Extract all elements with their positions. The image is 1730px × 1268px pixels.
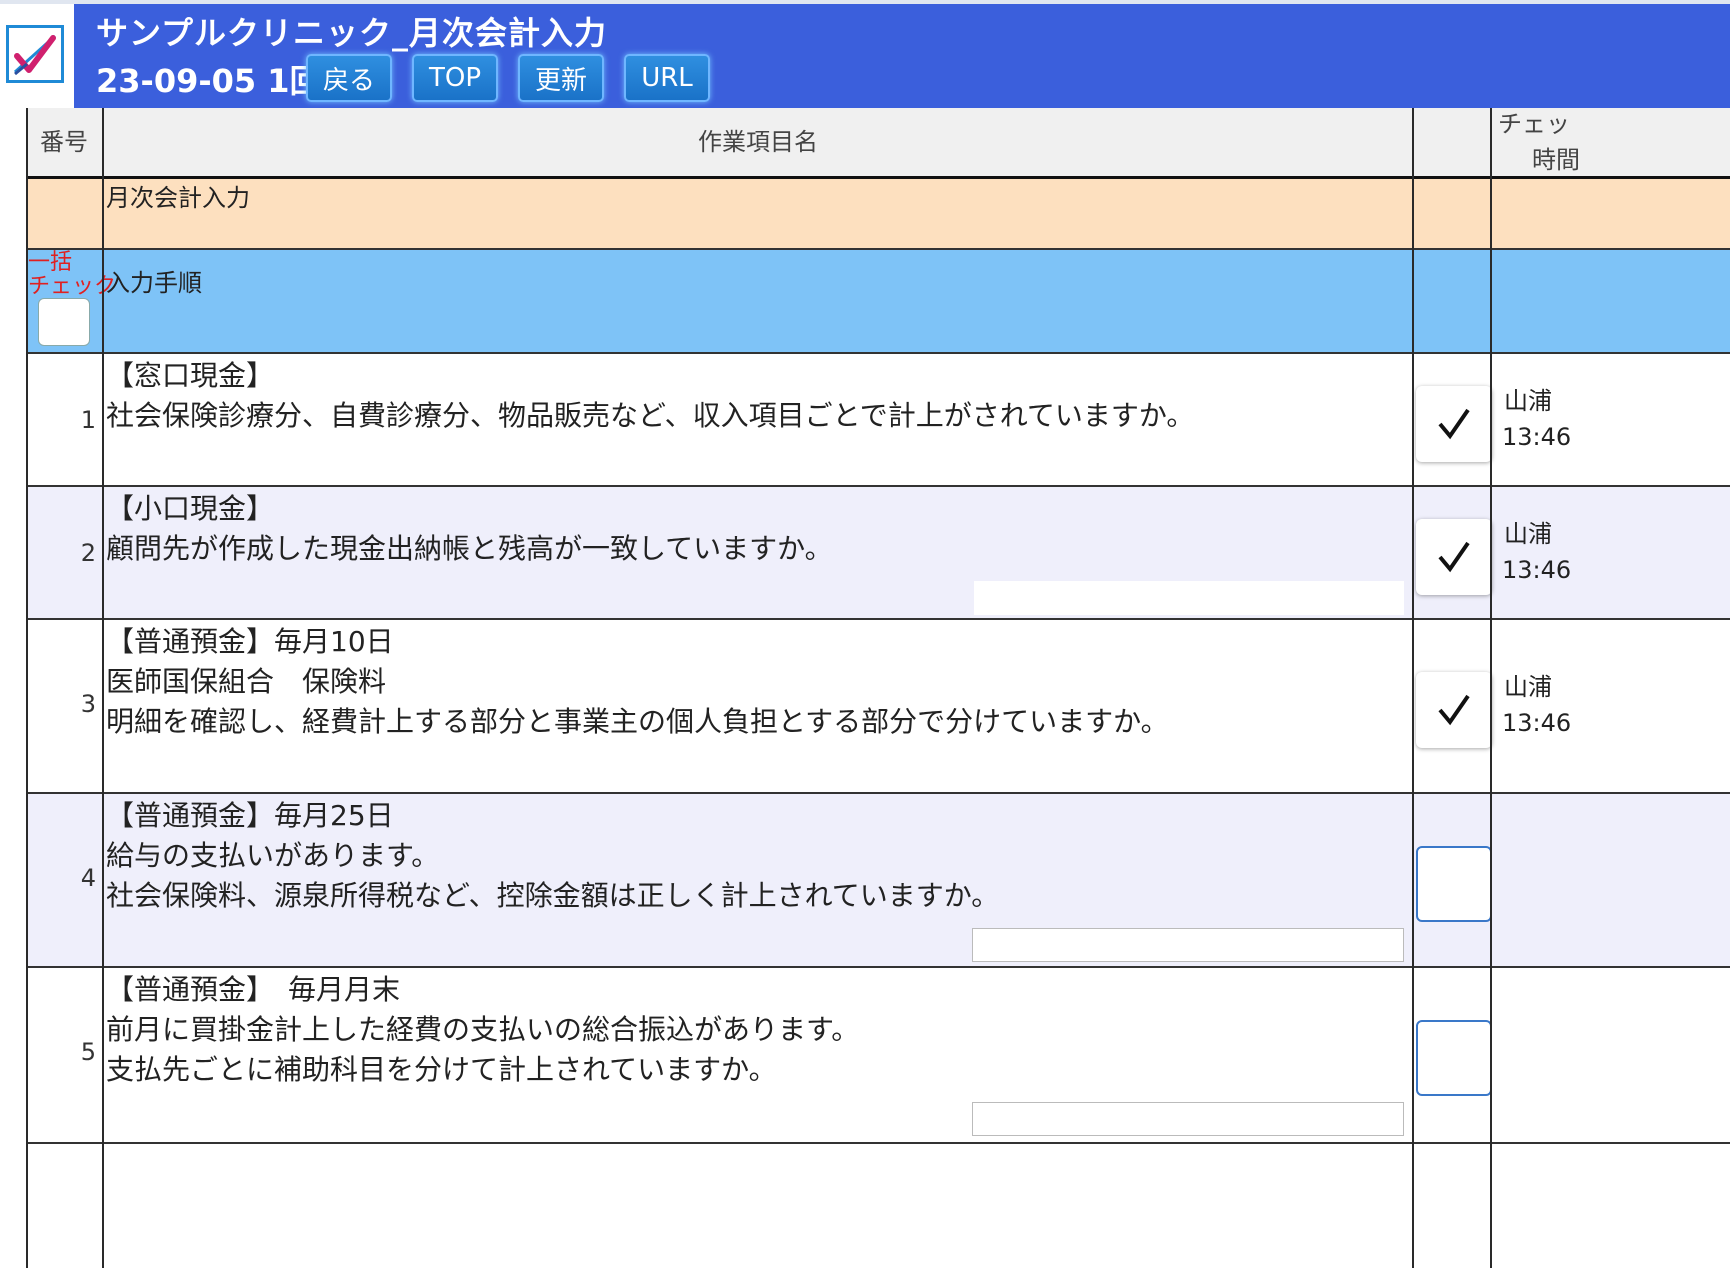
column-check-time: チェッ <box>1498 110 1570 138</box>
date-round-label: 23-09-05 1回 <box>96 62 322 100</box>
app-logo[interactable] <box>4 20 66 88</box>
checker-name: 山浦 <box>1504 387 1552 415</box>
memo-input[interactable] <box>974 581 1404 615</box>
table-row: 1 【窓口現金】 社会保険診療分、自費診療分、物品販売など、収入項目ごとで計上が… <box>26 354 1730 486</box>
checkmark-icon <box>1438 694 1470 726</box>
task-line: 顧問先が作成した現金出納帳と残高が一致していますか。 <box>106 532 833 565</box>
task-line: 明細を確認し、経費計上する部分と事業主の個人負担とする部分で分けていますか。 <box>106 705 1169 738</box>
row-divider <box>26 1142 1730 1144</box>
task-line: 前月に買掛金計上した経費の支払いの総合振込があります。 <box>106 1013 860 1046</box>
row-number: 1 <box>80 406 96 434</box>
back-button[interactable]: 戻る <box>306 54 392 102</box>
bulk-check-label: 一括 <box>28 250 73 275</box>
column-task: 作業項目名 <box>698 128 818 156</box>
section-row: 一括 チェック 入力手順 <box>26 250 1730 352</box>
url-button[interactable]: URL <box>624 54 710 102</box>
task-line: 社会保険診療分、自費診療分、物品販売など、収入項目ごとで計上がされていますか。 <box>106 399 1195 432</box>
bulk-check-checkbox[interactable] <box>38 298 90 346</box>
checkmark-icon <box>1438 541 1470 573</box>
task-line: 【普通預金】毎月10日 <box>106 625 394 658</box>
memo-input[interactable] <box>972 1102 1404 1136</box>
row-number: 4 <box>80 864 96 892</box>
check-time: 13:46 <box>1502 709 1572 737</box>
app-header: サンプルクリニック_月次会計入力 23-09-05 1回 戻る TOP 更新 U… <box>0 0 1730 108</box>
row-number: 2 <box>80 539 96 567</box>
checklist-logo-icon <box>6 25 64 83</box>
table-row: 3 【普通預金】毎月10日 医師国保組合 保険料 明細を確認し、経費計上する部分… <box>26 620 1730 792</box>
task-line: 支払先ごとに補助科目を分けて計上されていますか。 <box>106 1053 777 1086</box>
row-check-button[interactable] <box>1416 519 1492 595</box>
row-check-button[interactable] <box>1416 846 1492 922</box>
row-number: 3 <box>80 690 96 718</box>
column-number: 番号 <box>40 128 88 156</box>
row-check-button[interactable] <box>1416 1020 1492 1096</box>
section-label: 入力手順 <box>106 269 202 297</box>
task-line: 社会保険料、源泉所得税など、控除金額は正しく計上されていますか。 <box>106 879 1000 912</box>
page-title: サンプルクリニック_月次会計入力 <box>96 14 608 52</box>
group-row: 月次会計入力 <box>26 179 1730 249</box>
column-check-time-2: 時間 <box>1532 146 1580 174</box>
memo-input[interactable] <box>972 928 1404 962</box>
refresh-button[interactable]: 更新 <box>518 54 604 102</box>
task-line: 【普通預金】 毎月月末 <box>106 973 401 1006</box>
task-line: 医師国保組合 保険料 <box>106 665 387 698</box>
row-number: 5 <box>80 1038 96 1066</box>
grid-line <box>102 108 104 1268</box>
checker-name: 山浦 <box>1504 673 1552 701</box>
task-line: 【窓口現金】 <box>106 359 275 392</box>
task-line: 【普通預金】毎月25日 <box>106 799 394 832</box>
checkmark-icon <box>1438 408 1470 440</box>
group-label: 月次会計入力 <box>106 184 250 212</box>
row-check-button[interactable] <box>1416 386 1492 462</box>
task-line: 【小口現金】 <box>106 492 275 525</box>
grid-line <box>26 108 28 1268</box>
checker-name: 山浦 <box>1504 520 1552 548</box>
check-time: 13:46 <box>1502 556 1572 584</box>
table-row: 2 【小口現金】 顧問先が作成した現金出納帳と残高が一致していますか。 山浦 1… <box>26 487 1730 619</box>
check-time: 13:46 <box>1502 423 1572 451</box>
grid-line <box>1412 108 1414 1268</box>
row-check-button[interactable] <box>1416 672 1492 748</box>
top-button[interactable]: TOP <box>412 54 498 102</box>
task-line: 給与の支払いがあります。 <box>106 839 440 872</box>
table-row: 5 【普通預金】 毎月月末 前月に買掛金計上した経費の支払いの総合振込があります… <box>26 968 1730 1142</box>
table-row: 4 【普通預金】毎月25日 給与の支払いがあります。 社会保険料、源泉所得税など… <box>26 794 1730 966</box>
grid-line <box>1490 108 1492 1268</box>
